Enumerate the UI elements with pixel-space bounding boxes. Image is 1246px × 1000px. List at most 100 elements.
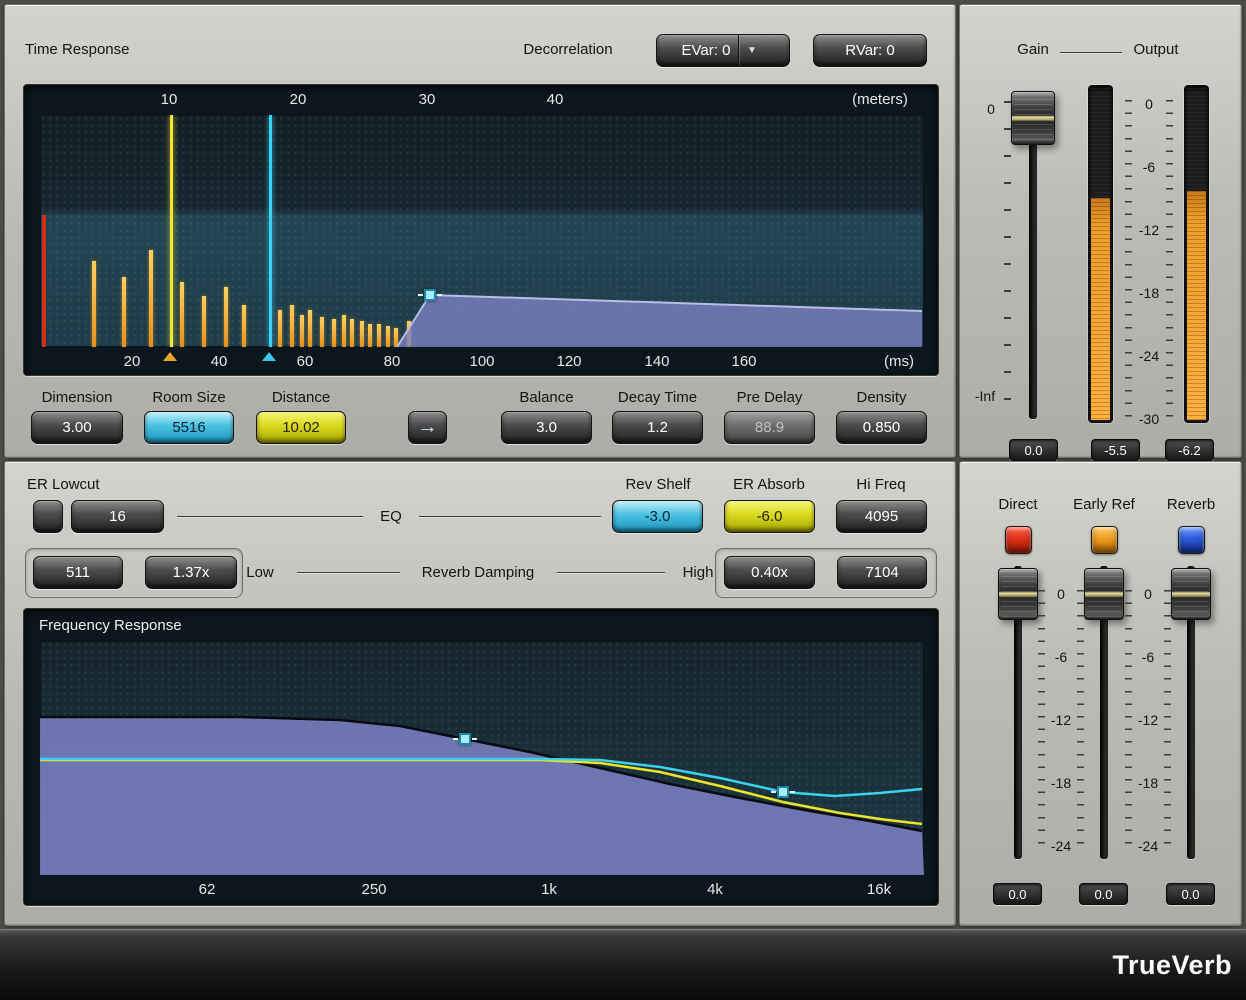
evar-dropdown[interactable]: EVar: 0 ▼ [656,34,790,67]
scale-label: -24 [1139,348,1159,364]
scale-label: -18 [1138,775,1158,791]
right-arrow-icon: → [418,416,438,439]
damping-low-ratio[interactable]: 1.37x [145,556,237,589]
scale-label: -18 [1051,775,1071,791]
dimension-control: Dimension 3.00 [31,387,123,447]
damping-low-freq[interactable]: 511 [33,556,123,589]
scale-label: -6 [1142,649,1154,665]
output-left-display[interactable]: -5.5 [1091,439,1140,461]
scale-label: -6 [1055,649,1067,665]
trueverb-plugin-window: Time Response Decorrelation EVar: 0 ▼ RV… [0,0,1246,1000]
ms-tick-label: 140 [644,353,669,370]
er-lowcut-value[interactable]: 16 [71,500,164,533]
time-response-title: Time Response [25,41,130,58]
ms-tick-label: (ms) [884,353,914,370]
ms-tick-label: 120 [556,353,581,370]
freq-tick-label: 1k [541,881,557,898]
scale-label: 0 [1145,96,1153,112]
decay-time-control: Decay Time 1.2 [612,387,703,447]
freq-tick-label: 250 [361,881,386,898]
meters-axis: 10203040(meters) [24,85,940,115]
er-lowcut-label: ER Lowcut [27,476,100,493]
envelope-handle[interactable] [424,289,436,301]
scale-label: 0 [1144,586,1152,602]
room-size-value[interactable]: 5516 [144,411,234,444]
rev-shelf-value[interactable]: -3.0 [612,500,703,533]
meters-tick-label: 40 [547,91,564,108]
rvar-value: RVar: 0 [845,42,894,59]
hi-freq-label: Hi Freq [856,476,905,493]
dimension-value[interactable]: 3.00 [31,411,123,444]
ms-tick-label: 100 [469,353,494,370]
density-value[interactable]: 0.850 [836,411,927,444]
damping-high-ratio[interactable]: 0.40x [724,556,815,589]
damping-low-label: Low [246,564,274,581]
brand-logo: TrueVerb [1112,950,1232,981]
time-response-panel: Time Response Decorrelation EVar: 0 ▼ RV… [4,4,956,458]
scale-label: -12 [1138,712,1158,728]
gain-value-display[interactable]: 0.0 [1009,439,1058,461]
distance-marker-icon[interactable] [163,352,177,361]
rvar-dropdown[interactable]: RVar: 0 [813,34,927,67]
decay-time-value[interactable]: 1.2 [612,411,703,444]
ms-tick-label: 160 [731,353,756,370]
link-arrow-button[interactable]: → [408,411,447,444]
balance-value[interactable]: 3.0 [501,411,592,444]
pre-delay-value[interactable]: 88.9 [724,411,815,444]
ms-tick-label: 80 [384,353,401,370]
balance-label: Balance [519,389,573,406]
decorrelation-label: Decorrelation [523,41,612,58]
dimension-label: Dimension [42,389,113,406]
eq-panel: ER Lowcut 16 EQ Rev Shelf -3.0 ER Absorb… [4,461,956,926]
er-absorb-value[interactable]: -6.0 [724,500,815,533]
meters-tick-label: 20 [290,91,307,108]
er-lowcut-toggle[interactable] [33,500,63,533]
er-absorb-label: ER Absorb [733,476,805,493]
time-response-plot [40,115,924,347]
eq-handle[interactable] [459,733,471,745]
meters-tick-label: (meters) [852,91,908,108]
distance-control: Distance 10.02 [256,387,346,447]
freq-tick-label: 16k [867,881,891,898]
scale-label: -18 [1139,285,1159,301]
meters-tick-label: 10 [161,91,178,108]
freq-tick-label: 62 [199,881,216,898]
frequency-axis: 62 250 1k 4k 16k [24,875,940,907]
room-size-marker-icon[interactable] [262,352,276,361]
rev-shelf-label: Rev Shelf [625,476,690,493]
output-right-display[interactable]: -6.2 [1165,439,1214,461]
scale-label: -6 [1143,159,1155,175]
scale-label: -24 [1138,838,1158,854]
eq-divider-line [419,516,601,517]
hi-freq-value[interactable]: 4095 [836,500,927,533]
time-response-graph: 10203040(meters) 20406080100120140160(ms… [23,84,939,376]
footer-bar: TrueVerb [0,929,1246,1000]
ms-tick-label: 40 [211,353,228,370]
master-panel: Gain Output 0 -Inf 0-6-12-18-24-30 0.0 -… [959,4,1242,458]
scale-label: -30 [1139,411,1159,427]
scale-label: -12 [1139,222,1159,238]
damping-title: Reverb Damping [422,564,535,581]
eq-handle[interactable] [777,786,789,798]
frequency-response-title: Frequency Response [39,617,182,634]
density-label: Density [856,389,906,406]
distance-value[interactable]: 10.02 [256,411,346,444]
ms-axis: 20406080100120140160(ms) [24,347,940,377]
freq-tick-label: 4k [707,881,723,898]
damping-high-freq[interactable]: 7104 [837,556,927,589]
damping-divider-line [557,572,665,573]
scale-label: 0 [1057,586,1065,602]
frequency-response-graph: Frequency Response 62 250 1k 4k 16k [23,608,939,906]
damping-divider-line [297,572,400,573]
ms-tick-label: 60 [297,353,314,370]
pre-delay-control: Pre Delay 88.9 [724,387,815,447]
chevron-down-icon[interactable]: ▼ [738,35,764,66]
balance-control: Balance 3.0 [501,387,592,447]
damping-high-label: High [683,564,714,581]
density-control: Density 0.850 [836,387,927,447]
scale-label: -12 [1051,712,1071,728]
mixer-panel: Direct 0.0 Early Ref 0.0 Reverb 0.0 0-6-… [959,461,1242,926]
mixer-scale: 0-6-12-18-240-6-12-18-24 [960,462,1241,925]
evar-value: EVar: 0 [682,42,731,59]
eq-divider-line [177,516,363,517]
